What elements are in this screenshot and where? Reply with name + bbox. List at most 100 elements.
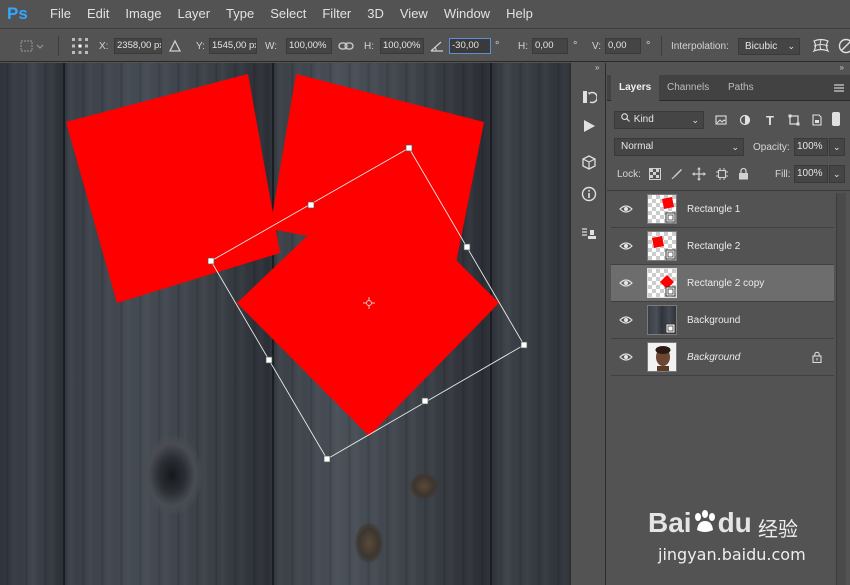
menu-filter[interactable]: Filter bbox=[314, 0, 359, 28]
panel-menu-icon[interactable] bbox=[834, 82, 844, 96]
menu-help[interactable]: Help bbox=[498, 0, 541, 28]
filter-smart-object-icon[interactable] bbox=[810, 113, 824, 127]
filter-type-icon[interactable]: T bbox=[763, 113, 777, 128]
reference-point-icon[interactable] bbox=[70, 29, 90, 63]
link-icon[interactable] bbox=[338, 29, 354, 63]
actions-play-icon[interactable] bbox=[580, 117, 598, 135]
info-icon[interactable] bbox=[580, 185, 598, 203]
collapse-panel-icon[interactable]: » bbox=[840, 63, 844, 72]
tab-channels[interactable]: Channels bbox=[659, 75, 717, 101]
layer-name: Rectangle 2 bbox=[687, 240, 741, 252]
fill-label: Fill: bbox=[775, 169, 791, 180]
visibility-eye-icon[interactable] bbox=[611, 191, 641, 228]
visibility-eye-icon[interactable] bbox=[611, 228, 641, 265]
visibility-eye-icon[interactable] bbox=[611, 339, 641, 376]
lock-label: Lock: bbox=[617, 169, 641, 180]
search-icon bbox=[621, 112, 631, 128]
filter-adjustment-icon[interactable] bbox=[738, 113, 752, 127]
lock-position-icon[interactable] bbox=[692, 167, 706, 184]
3d-layers-icon[interactable] bbox=[580, 154, 598, 172]
interpolation-select[interactable]: Bicubic ⌄ bbox=[738, 38, 800, 55]
watermark-brand: Bai bbox=[648, 507, 692, 538]
opacity-slider-toggle[interactable]: ⌄ bbox=[829, 138, 845, 156]
layer-row-rectangle-2-copy[interactable]: Rectangle 2 copy bbox=[611, 265, 834, 302]
options-bar: X: 2358,00 px Y: 1545,00 px W: 100,00% H… bbox=[0, 28, 850, 62]
blend-mode-select[interactable]: Normal ⌄ bbox=[614, 138, 744, 156]
tab-layers[interactable]: Layers bbox=[611, 75, 660, 101]
collapse-dock-icon[interactable]: » bbox=[595, 63, 599, 72]
menu-view[interactable]: View bbox=[392, 0, 436, 28]
panel-tab-bar: Layers Channels Paths bbox=[607, 75, 850, 101]
menu-file[interactable]: File bbox=[42, 0, 79, 28]
vskew-degree-symbol: ° bbox=[646, 40, 651, 52]
layer-filter-kind-select[interactable]: Kind ⌄ bbox=[614, 111, 704, 129]
visibility-eye-icon[interactable] bbox=[611, 302, 641, 339]
lock-transparent-pixels-icon[interactable] bbox=[649, 168, 661, 183]
menu-edit[interactable]: Edit bbox=[79, 0, 117, 28]
hskew-label: H: bbox=[518, 40, 528, 52]
interpolation-value: Bicubic bbox=[745, 41, 778, 52]
visibility-eye-icon[interactable] bbox=[611, 265, 641, 302]
layer-row-rectangle-1[interactable]: Rectangle 1 bbox=[611, 191, 834, 228]
chevron-down-icon: ⌄ bbox=[787, 41, 795, 51]
watermark-cn-text: 经验 bbox=[758, 517, 798, 541]
filter-pixel-icon[interactable] bbox=[714, 113, 728, 127]
layer-name: Rectangle 2 copy bbox=[687, 277, 765, 289]
vskew-label: V: bbox=[592, 40, 602, 52]
layer-thumbnail bbox=[647, 305, 677, 335]
vertical-skew-field[interactable]: 0,00 bbox=[605, 38, 641, 54]
tab-paths[interactable]: Paths bbox=[720, 75, 762, 101]
chevron-down-icon: ⌄ bbox=[833, 169, 841, 179]
layer-row-rectangle-2[interactable]: Rectangle 2 bbox=[611, 228, 834, 265]
separator bbox=[58, 36, 59, 56]
baidu-watermark: Bai du 经验 jingyan.baidu.com bbox=[648, 505, 808, 575]
x-position-field[interactable]: 2358,00 px bbox=[114, 38, 162, 54]
menu-bar: Ps File Edit Image Layer Type Select Fil… bbox=[0, 0, 850, 28]
relative-position-icon[interactable] bbox=[168, 29, 182, 63]
h-label: H: bbox=[364, 40, 374, 52]
filter-toggle-switch[interactable] bbox=[832, 112, 840, 126]
lock-all-icon[interactable] bbox=[738, 167, 749, 183]
warp-mode-icon[interactable] bbox=[812, 29, 830, 63]
layer-thumbnail bbox=[647, 268, 677, 298]
horizontal-skew-field[interactable]: 0,00 bbox=[532, 38, 568, 54]
menu-3d[interactable]: 3D bbox=[359, 0, 392, 28]
menu-image[interactable]: Image bbox=[117, 0, 169, 28]
layer-row-background-locked[interactable]: Background bbox=[611, 339, 834, 376]
cancel-transform-icon[interactable] bbox=[838, 29, 850, 63]
history-icon[interactable] bbox=[580, 88, 598, 106]
clone-source-icon[interactable] bbox=[580, 225, 598, 243]
hskew-degree-symbol: ° bbox=[573, 40, 578, 52]
lock-image-pixels-icon[interactable] bbox=[671, 168, 683, 183]
width-field[interactable]: 100,00% bbox=[286, 38, 332, 54]
lock-artboard-icon[interactable] bbox=[716, 168, 728, 183]
filter-shape-icon[interactable] bbox=[787, 113, 801, 127]
rectangle-1-shape bbox=[66, 74, 280, 303]
angle-degree-symbol: ° bbox=[495, 40, 500, 52]
opacity-field[interactable]: 100% bbox=[794, 138, 828, 156]
menu-window[interactable]: Window bbox=[436, 0, 498, 28]
height-field[interactable]: 100,00% bbox=[380, 38, 424, 54]
layers-scrollbar[interactable] bbox=[836, 193, 846, 585]
rotation-angle-field[interactable]: -30,00 bbox=[449, 38, 491, 54]
menu-select[interactable]: Select bbox=[262, 0, 314, 28]
transform-tool-icon[interactable] bbox=[18, 29, 44, 63]
layer-lock-icon[interactable] bbox=[812, 351, 822, 366]
document-canvas[interactable] bbox=[0, 63, 570, 585]
menu-type[interactable]: Type bbox=[218, 0, 262, 28]
opacity-label: Opacity: bbox=[753, 142, 790, 153]
layer-name: Rectangle 1 bbox=[687, 203, 741, 215]
watermark-brand-suffix: du bbox=[717, 507, 752, 538]
w-label: W: bbox=[265, 40, 278, 52]
angle-icon bbox=[430, 29, 444, 63]
fill-slider-toggle[interactable]: ⌄ bbox=[829, 165, 845, 183]
layer-row-background-wood[interactable]: Background bbox=[611, 302, 834, 339]
menu-layer[interactable]: Layer bbox=[170, 0, 219, 28]
chevron-down-icon: ⌄ bbox=[691, 115, 699, 125]
fill-field[interactable]: 100% bbox=[794, 165, 828, 183]
layer-name: Background bbox=[687, 351, 741, 363]
y-position-field[interactable]: 1545,00 px bbox=[209, 38, 257, 54]
photoshop-logo: Ps bbox=[7, 4, 28, 23]
filter-kind-value: Kind bbox=[633, 114, 654, 125]
layer-thumbnail-portrait bbox=[647, 342, 677, 372]
